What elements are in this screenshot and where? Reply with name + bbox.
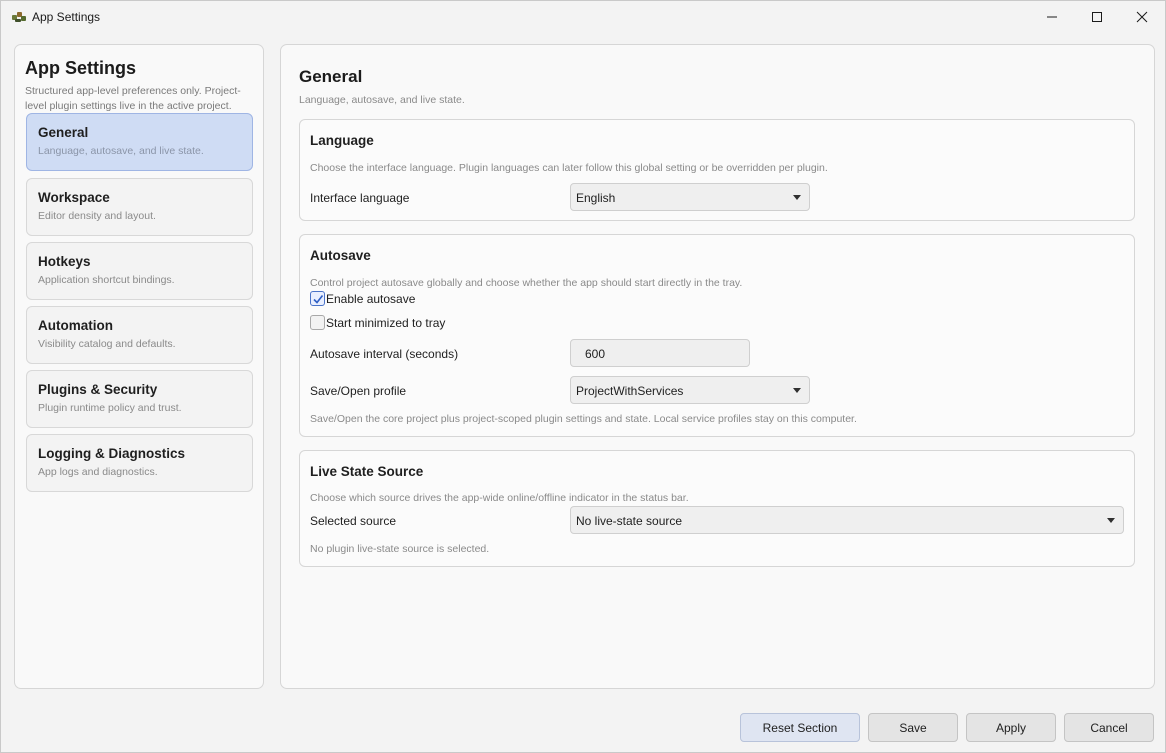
apply-button[interactable]: Apply <box>966 713 1056 742</box>
chevron-down-icon <box>793 195 801 200</box>
section-description: Choose which source drives the app-wide … <box>310 492 689 504</box>
sidebar-item-label: General <box>38 125 89 140</box>
section-title: Autosave <box>310 248 371 263</box>
section-description: Control project autosave globally and ch… <box>310 277 743 289</box>
sidebar-item-general[interactable]: General Language, autosave, and live sta… <box>26 113 253 171</box>
page-title: General <box>299 67 363 86</box>
select-value: English <box>576 191 616 205</box>
sidebar-item-logging-diagnostics[interactable]: Logging & Diagnostics App logs and diagn… <box>26 434 253 492</box>
sidebar-description: Structured app-level preferences only. P… <box>25 85 241 112</box>
live-state-source-select[interactable]: No live-state source <box>570 506 1124 534</box>
sidebar-item-label: Workspace <box>38 190 110 205</box>
save-open-profile-select[interactable]: ProjectWithServices <box>570 376 810 404</box>
language-section: Language Choose the interface language. … <box>299 119 1135 221</box>
sidebar-item-subtitle: Editor density and layout. <box>38 210 156 222</box>
sidebar-item-subtitle: App logs and diagnostics. <box>38 466 158 478</box>
checkbox-label: Enable autosave <box>326 291 416 306</box>
interface-language-label: Interface language <box>310 191 410 205</box>
chevron-down-icon <box>793 388 801 393</box>
close-button[interactable] <box>1119 1 1165 33</box>
checkmark-icon <box>313 295 324 304</box>
app-icon <box>11 9 27 25</box>
start-minimized-checkbox[interactable]: Start minimized to tray <box>310 315 445 330</box>
autosave-interval-input[interactable]: 600 <box>570 339 750 367</box>
live-state-section: Live State Source Choose which source dr… <box>299 450 1135 567</box>
interface-language-select[interactable]: English <box>570 183 810 211</box>
sidebar-item-label: Plugins & Security <box>38 382 158 397</box>
maximize-button[interactable] <box>1074 1 1120 33</box>
section-title: Live State Source <box>310 464 424 479</box>
select-value: ProjectWithServices <box>576 384 684 398</box>
sidebar-item-hotkeys[interactable]: Hotkeys Application shortcut bindings. <box>26 242 253 300</box>
minimize-button[interactable] <box>1029 1 1075 33</box>
selected-source-label: Selected source <box>310 514 397 528</box>
settings-sidebar: App Settings Structured app-level prefer… <box>14 44 264 689</box>
cancel-button[interactable]: Cancel <box>1064 713 1154 742</box>
page-subtitle: Language, autosave, and live state. <box>299 94 465 106</box>
sidebar-item-workspace[interactable]: Workspace Editor density and layout. <box>26 178 253 236</box>
live-state-note: No plugin live-state source is selected. <box>310 543 490 555</box>
sidebar-item-subtitle: Language, autosave, and live state. <box>38 145 204 157</box>
sidebar-title: App Settings <box>25 58 136 78</box>
sidebar-item-plugins-security[interactable]: Plugins & Security Plugin runtime policy… <box>26 370 253 428</box>
autosave-interval-label: Autosave interval (seconds) <box>310 347 459 361</box>
autosave-section: Autosave Control project autosave global… <box>299 234 1135 437</box>
profile-note: Save/Open the core project plus project-… <box>310 413 857 425</box>
minimize-icon <box>1046 11 1058 23</box>
section-description: Choose the interface language. Plugin la… <box>310 162 828 174</box>
settings-content: General Language, autosave, and live sta… <box>280 44 1155 689</box>
settings-window: App Settings App Settings Structured app… <box>0 0 1166 753</box>
save-open-profile-label: Save/Open profile <box>310 384 407 398</box>
close-icon <box>1136 11 1148 23</box>
title-bar: App Settings <box>1 1 1165 33</box>
sidebar-item-subtitle: Plugin runtime policy and trust. <box>38 402 182 414</box>
section-title: Language <box>310 133 374 148</box>
input-value: 600 <box>585 347 606 361</box>
checkbox-box[interactable] <box>310 315 325 330</box>
sidebar-item-label: Automation <box>38 318 113 333</box>
sidebar-item-automation[interactable]: Automation Visibility catalog and defaul… <box>26 306 253 364</box>
enable-autosave-checkbox[interactable]: Enable autosave <box>310 291 415 306</box>
sidebar-item-subtitle: Application shortcut bindings. <box>38 274 175 286</box>
checkbox-label: Start minimized to tray <box>326 315 446 330</box>
sidebar-item-subtitle: Visibility catalog and defaults. <box>38 338 176 350</box>
maximize-icon <box>1091 11 1103 23</box>
sidebar-item-label: Hotkeys <box>38 254 91 269</box>
chevron-down-icon <box>1107 518 1115 523</box>
save-button[interactable]: Save <box>868 713 958 742</box>
select-value: No live-state source <box>576 514 683 528</box>
checkbox-box[interactable] <box>310 291 325 306</box>
window-title: App Settings <box>32 10 101 24</box>
reset-section-button[interactable]: Reset Section <box>740 713 860 742</box>
sidebar-item-label: Logging & Diagnostics <box>38 446 185 461</box>
